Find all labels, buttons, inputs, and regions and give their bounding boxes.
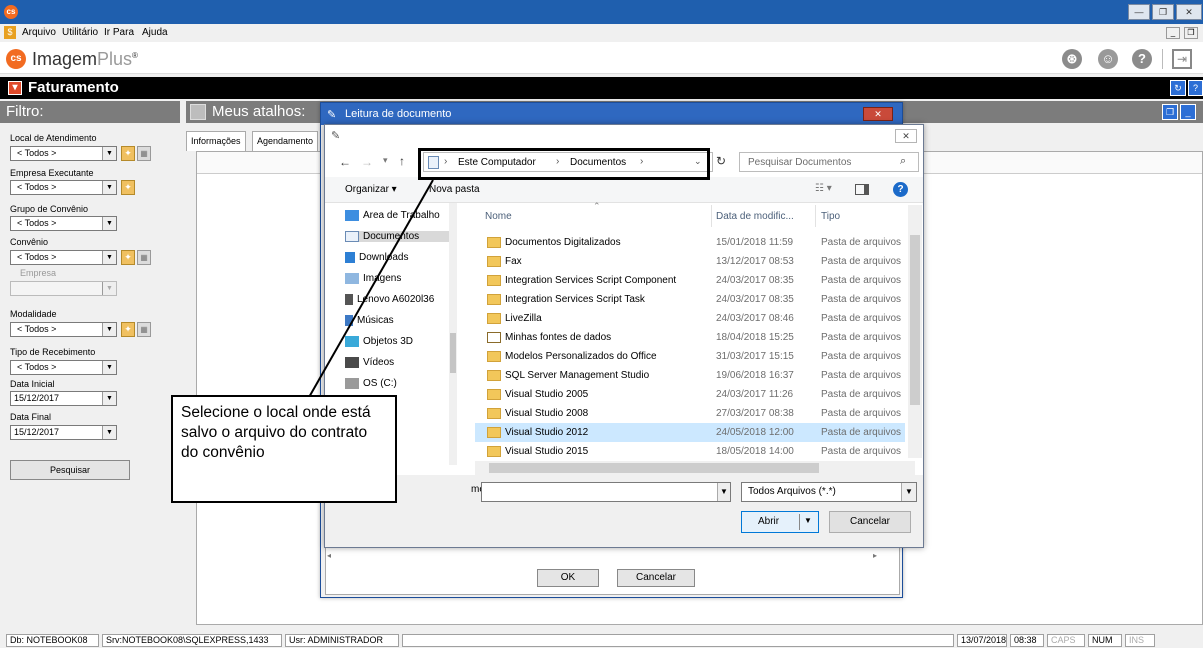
status-caps: CAPS	[1047, 634, 1085, 647]
status-db: Db: NOTEBOOK08	[6, 634, 99, 647]
annotation-arrow	[299, 179, 434, 414]
status-empty	[402, 634, 954, 647]
instruction-callout: Selecione o local onde está salvo o arqu…	[171, 395, 397, 503]
status-bar: Db: NOTEBOOK08 Srv:NOTEBOOK08\SQLEXPRESS…	[0, 633, 1203, 648]
status-srv: Srv:NOTEBOOK08\SQLEXPRESS,1433	[102, 634, 282, 647]
status-num: NUM	[1088, 634, 1122, 647]
status-usr: Usr: ADMINISTRADOR	[285, 634, 399, 647]
status-time: 08:38	[1010, 634, 1044, 647]
status-date: 13/07/2018	[957, 634, 1007, 647]
status-ins: INS	[1125, 634, 1155, 647]
